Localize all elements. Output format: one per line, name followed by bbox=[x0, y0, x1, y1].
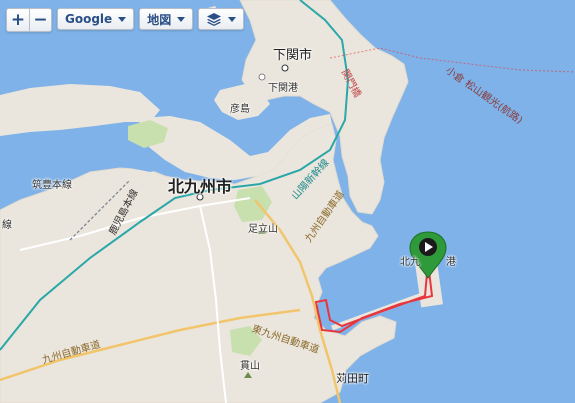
layers-icon bbox=[207, 13, 222, 26]
city-label-kitakyushu: 北九州市 bbox=[168, 177, 233, 196]
chevron-down-icon bbox=[118, 16, 127, 22]
chevron-down-icon bbox=[177, 16, 186, 22]
port-icon bbox=[258, 73, 266, 81]
zoom-out-button[interactable]: − bbox=[29, 9, 51, 31]
map-toolbar: + − Google 地図 bbox=[6, 8, 245, 32]
city-dot-shimonoseki bbox=[281, 64, 289, 72]
map-type-label: 地図 bbox=[147, 12, 172, 27]
rail-label-chikuho: 筑豊本線 bbox=[32, 180, 72, 191]
island-label-hikoshima: 彦島 bbox=[230, 104, 250, 115]
port-label-right: 港 bbox=[446, 257, 456, 268]
zoom-controls: + − bbox=[6, 8, 52, 32]
map-type-dropdown[interactable]: 地図 bbox=[139, 8, 194, 30]
mountain-label-nukiyama: 貫山 bbox=[240, 361, 260, 372]
port-label-left: 北九 bbox=[400, 257, 420, 268]
map-provider-dropdown[interactable]: Google bbox=[57, 8, 135, 30]
city-label-shimonoseki: 下関市 bbox=[273, 48, 313, 63]
rail-label-line: 線 bbox=[2, 220, 12, 231]
layers-dropdown[interactable] bbox=[198, 8, 245, 30]
mountain-label-adachiyama: 足立山 bbox=[248, 224, 278, 235]
port-label-shimonoseki: 下関港 bbox=[268, 83, 298, 94]
town-label-kanda: 苅田町 bbox=[336, 372, 369, 385]
chevron-down-icon bbox=[228, 16, 237, 22]
zoom-in-button[interactable]: + bbox=[7, 9, 29, 31]
map-provider-label: Google bbox=[65, 12, 113, 26]
